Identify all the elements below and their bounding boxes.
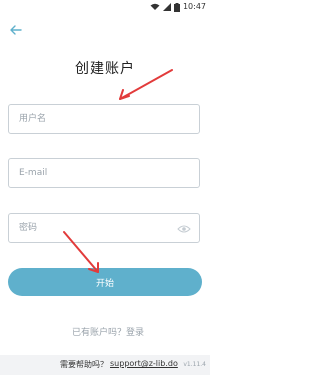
start-button[interactable]: 开始	[8, 268, 202, 296]
help-text: 需要帮助吗？ support@z-lib.do	[60, 359, 178, 370]
status-icons: 10:47	[150, 1, 206, 13]
eye-icon[interactable]	[177, 222, 191, 236]
back-button[interactable]	[8, 22, 24, 38]
email-field[interactable]	[8, 158, 200, 188]
email-input[interactable]	[9, 159, 199, 187]
signal-icon	[162, 3, 171, 11]
create-account-screen: 10:47 创建账户 开始 已有账户吗？登录 需要帮助吗？ support@z-…	[0, 0, 210, 375]
arrow-left-icon	[10, 25, 22, 35]
username-input[interactable]	[9, 105, 199, 133]
version-label: v1.11.4	[183, 361, 206, 368]
login-link[interactable]: 已有账户吗？登录	[72, 325, 144, 338]
username-field[interactable]	[8, 104, 200, 134]
battery-icon	[173, 2, 180, 12]
support-email-link[interactable]: support@z-lib.do	[110, 359, 178, 370]
wifi-icon	[150, 3, 160, 10]
password-field[interactable]	[8, 213, 200, 243]
status-time: 10:47	[182, 2, 206, 11]
status-bar: 10:47	[0, 0, 210, 14]
page-title: 创建账户	[75, 61, 135, 77]
bottom-bar: 需要帮助吗？ support@z-lib.do v1.11.4	[0, 355, 210, 375]
password-input[interactable]	[9, 214, 199, 242]
help-prefix: 需要帮助吗？	[60, 360, 108, 369]
